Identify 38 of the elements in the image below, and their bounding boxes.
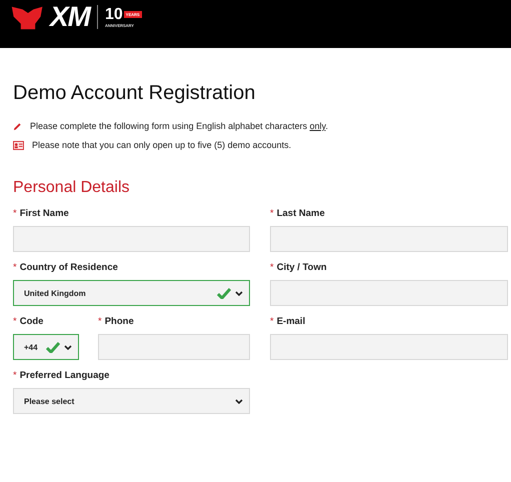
select-field[interactable]: Please select	[13, 388, 250, 414]
page-title: Demo Account Registration	[13, 81, 256, 105]
required-asterisk: *	[270, 316, 274, 327]
required-asterisk: *	[270, 208, 274, 219]
chevron-down-icon	[235, 398, 243, 404]
required-asterisk: *	[270, 262, 274, 273]
input-field[interactable]	[98, 334, 250, 360]
anniversary-number: 10	[105, 6, 123, 22]
pencil-icon	[13, 122, 22, 130]
field-label: First Name	[20, 208, 69, 219]
field-label: E-mail	[276, 316, 306, 327]
section-heading: Personal Details	[13, 178, 130, 198]
select-field[interactable]: +44	[13, 334, 79, 360]
note-text: Please complete the following form using English alphabet characters only.	[30, 121, 328, 131]
field-label: Country of Residence	[20, 262, 118, 273]
field-label: Phone	[104, 316, 134, 327]
input-field[interactable]	[270, 334, 508, 360]
input-field[interactable]	[270, 280, 508, 306]
required-asterisk: *	[13, 262, 17, 273]
check-icon	[217, 288, 231, 298]
id-card-icon	[13, 140, 24, 150]
only-link[interactable]: only	[310, 121, 326, 131]
field-label: Code	[20, 316, 44, 327]
chevron-down-icon	[64, 344, 72, 350]
logo-text: XM	[50, 3, 90, 31]
chevron-down-icon	[235, 290, 243, 296]
input-field[interactable]	[13, 226, 250, 252]
note-text: Please note that you can only open up to five (5) demo accounts.	[32, 140, 292, 150]
field-label: Preferred Language	[20, 370, 110, 381]
required-asterisk: *	[98, 316, 102, 327]
required-asterisk: *	[13, 208, 17, 219]
input-field[interactable]	[270, 226, 508, 252]
required-asterisk: *	[13, 370, 17, 381]
field-label: Last Name	[276, 208, 325, 219]
required-asterisk: *	[13, 316, 17, 327]
check-icon	[46, 342, 60, 352]
field-label: City / Town	[276, 262, 327, 273]
select-field[interactable]: United Kingdom	[13, 280, 250, 306]
